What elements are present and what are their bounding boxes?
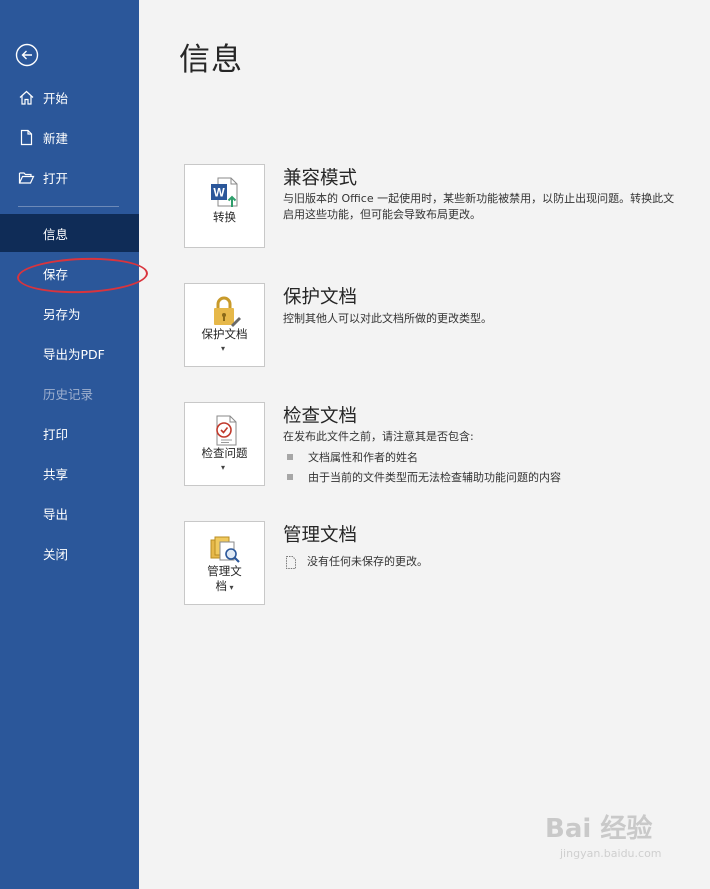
nav-info[interactable]: 信息 bbox=[0, 214, 139, 252]
convert-button[interactable]: W 转换 bbox=[184, 164, 265, 248]
compat-mode-title: 兼容模式 bbox=[283, 168, 358, 189]
backstage-sidebar: 开始 新建 打开 信息 保存 另存为 导出为PDF 历史记录 打印 共享 导出 … bbox=[0, 0, 139, 889]
baidu-watermark: Bai 经验 bbox=[545, 814, 653, 844]
nav-print-label: 打印 bbox=[43, 426, 69, 442]
svg-text:W: W bbox=[213, 186, 225, 200]
chevron-down-icon: ▾ bbox=[221, 344, 226, 353]
inspect-bullet-1-text: 文档属性和作者的姓名 bbox=[308, 451, 418, 464]
nav-export[interactable]: 导出 bbox=[0, 494, 139, 532]
inspect-document-icon bbox=[216, 415, 237, 446]
manage-document-button-label-line1: 管理文 bbox=[207, 564, 242, 578]
manage-document-button-label-line2: 档 bbox=[215, 579, 227, 593]
protect-document-button[interactable]: 保护文档 ▾ bbox=[184, 283, 265, 367]
nav-save-as[interactable]: 另存为 bbox=[0, 294, 139, 332]
manage-document-desc-row: 没有任何未保存的更改。 bbox=[285, 554, 428, 570]
protect-document-button-label: 保护文档 bbox=[201, 327, 248, 341]
nav-close[interactable]: 关闭 bbox=[0, 534, 139, 572]
protect-document-title: 保护文档 bbox=[283, 287, 358, 308]
convert-button-label: 转换 bbox=[213, 210, 236, 224]
nav-new[interactable]: 新建 bbox=[0, 118, 139, 156]
back-arrow-circle-icon bbox=[15, 43, 39, 67]
manage-document-button[interactable]: 管理文 档 ▾ bbox=[184, 521, 265, 605]
nav-share[interactable]: 共享 bbox=[0, 454, 139, 492]
nav-open[interactable]: 打开 bbox=[0, 158, 139, 196]
compat-mode-desc-line2: 启用这些功能，但可能会导致布局更改。 bbox=[283, 208, 481, 221]
manage-document-title: 管理文档 bbox=[283, 525, 358, 546]
protect-document-desc: 控制其他人可以对此文档所做的更改类型。 bbox=[283, 312, 492, 325]
nav-history: 历史记录 bbox=[0, 374, 139, 412]
inspect-document-desc: 在发布此文件之前，请注意其是否包含: bbox=[283, 430, 474, 443]
inspect-bullet-2: 由于当前的文件类型而无法检查辅助功能问题的内容 bbox=[287, 469, 561, 485]
open-folder-icon bbox=[18, 172, 35, 184]
nav-open-label: 打开 bbox=[43, 170, 69, 186]
nav-info-label: 信息 bbox=[43, 226, 69, 242]
compat-mode-desc-line1: 与旧版本的 Office 一起使用时，某些新功能被禁用，以防止出现问题。转换此文 bbox=[283, 192, 675, 205]
nav-export-pdf-label: 导出为PDF bbox=[43, 346, 105, 362]
bullet-square-icon bbox=[287, 454, 293, 460]
nav-print[interactable]: 打印 bbox=[0, 414, 139, 452]
back-button[interactable] bbox=[15, 43, 39, 67]
nav-export-label: 导出 bbox=[43, 506, 69, 522]
manage-document-button-label-line2-row: 档 ▾ bbox=[185, 579, 264, 595]
word-convert-icon: W bbox=[211, 177, 238, 207]
lock-icon bbox=[214, 296, 241, 327]
baidu-watermark-url: jingyan.baidu.com bbox=[560, 847, 662, 860]
nav-export-pdf[interactable]: 导出为PDF bbox=[0, 334, 139, 372]
chevron-down-icon: ▾ bbox=[221, 463, 226, 472]
home-icon bbox=[19, 90, 34, 105]
nav-close-label: 关闭 bbox=[43, 546, 69, 562]
new-document-icon bbox=[20, 129, 33, 146]
unsaved-document-icon bbox=[286, 555, 296, 569]
nav-new-label: 新建 bbox=[43, 130, 69, 146]
nav-history-label: 历史记录 bbox=[43, 386, 94, 402]
nav-save-as-label: 另存为 bbox=[43, 306, 81, 322]
check-issues-button[interactable]: 检查问题 ▾ bbox=[184, 402, 265, 486]
nav-share-label: 共享 bbox=[43, 466, 69, 482]
page-title: 信息 bbox=[179, 42, 243, 78]
manage-document-desc: 没有任何未保存的更改。 bbox=[307, 555, 428, 568]
nav-home[interactable]: 开始 bbox=[0, 78, 139, 116]
bullet-square-icon bbox=[287, 474, 293, 480]
inspect-bullet-1: 文档属性和作者的姓名 bbox=[287, 449, 418, 465]
inspect-document-title: 检查文档 bbox=[283, 406, 358, 427]
sidebar-divider bbox=[18, 206, 119, 207]
chevron-down-icon: ▾ bbox=[226, 583, 234, 592]
check-issues-button-label: 检查问题 bbox=[201, 446, 248, 460]
inspect-bullet-2-text: 由于当前的文件类型而无法检查辅助功能问题的内容 bbox=[308, 471, 561, 484]
manage-document-icon bbox=[210, 536, 240, 563]
nav-home-label: 开始 bbox=[43, 90, 69, 106]
